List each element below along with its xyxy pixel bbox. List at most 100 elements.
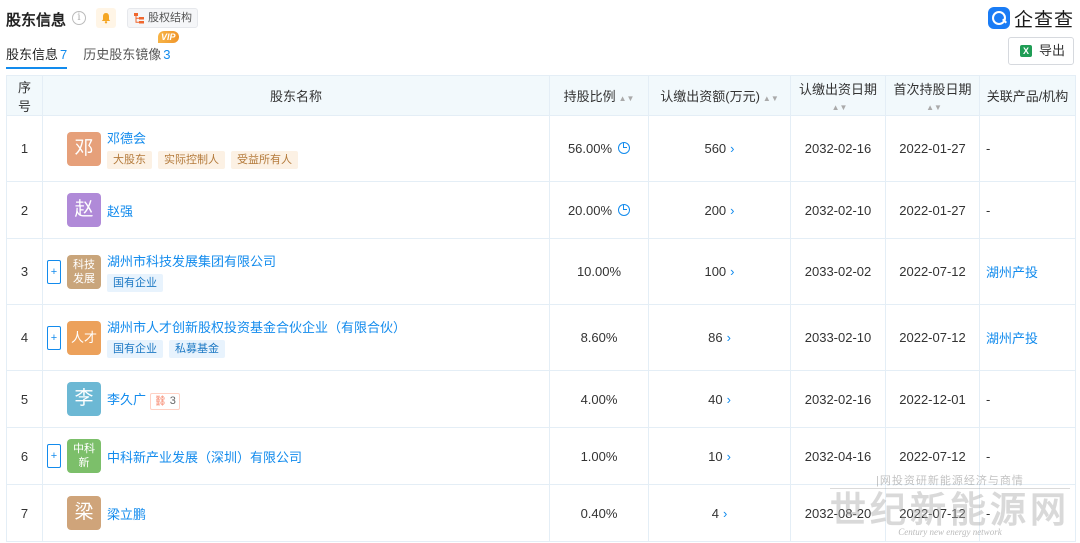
col-header-name: 股东名称 xyxy=(42,75,550,116)
monitor-button[interactable] xyxy=(96,8,116,28)
avatar: 梁 xyxy=(67,496,101,530)
row-index: 2 xyxy=(6,181,43,239)
avatar: 邓 xyxy=(67,131,101,166)
amount-cell[interactable]: 200 › xyxy=(648,181,791,239)
row-index: 5 xyxy=(6,370,43,428)
export-button[interactable]: X 导出 xyxy=(1008,37,1074,65)
equity-penetration-icon[interactable] xyxy=(618,203,631,216)
first-date-cell: 2022-07-12 xyxy=(885,238,980,305)
amount-cell[interactable]: 100 › xyxy=(648,238,791,305)
first-date-cell: 2022-01-27 xyxy=(885,181,980,239)
pct-cell: 10.00% xyxy=(549,238,649,305)
holder-name-link[interactable]: 中科新产业发展（深圳）有限公司 xyxy=(107,450,302,465)
related-cell: - xyxy=(979,370,1076,428)
sort-icon: ▲▼ xyxy=(831,102,848,112)
col-header-related: 关联产品/机构 xyxy=(979,75,1076,116)
row-index: 3 xyxy=(6,238,43,305)
equity-structure-label: 股权结构 xyxy=(148,12,192,24)
amount-cell[interactable]: 10 › xyxy=(648,427,791,485)
table-row[interactable]: 1 邓 邓德会 大股东 实际控制人 受益所有人 56.00% 560 › 2032-0… xyxy=(6,115,1076,182)
subscribe-date-cell: 2033-02-02 xyxy=(790,238,886,305)
holder-name-link[interactable]: 李久广 xyxy=(107,392,146,407)
table-row[interactable]: 4 + 人才 湖州市人才创新股权投资基金合伙企业（有限合伙） 国有企业 私募基金 8… xyxy=(6,304,1076,371)
table-row[interactable]: 7 梁 梁立鹏 0.40% 4 › 2032-08-20 2022-07-12 - xyxy=(6,484,1076,542)
qichacha-logo: 企查查 xyxy=(987,6,1074,31)
holder-cell: 赵 赵强 xyxy=(42,181,550,239)
holder-name-link[interactable]: 湖州市人才创新股权投资基金合伙企业（有限合伙） xyxy=(107,320,406,335)
equity-structure-button[interactable]: 股权结构 xyxy=(127,8,198,28)
related-cell: - xyxy=(979,427,1076,485)
tab-count: 7 xyxy=(60,47,68,62)
avatar: 李 xyxy=(67,382,101,416)
holder-name-link[interactable]: 邓德会 xyxy=(107,131,146,146)
chevron-right-icon: › xyxy=(730,202,735,218)
pct-cell: 1.00% xyxy=(549,427,649,485)
amount-cell[interactable]: 560 › xyxy=(648,115,791,182)
holder-name-link[interactable]: 梁立鹏 xyxy=(107,507,146,522)
info-icon[interactable]: i xyxy=(72,11,86,25)
equity-structure-icon xyxy=(134,13,144,24)
avatar: 赵 xyxy=(67,193,101,227)
row-index: 4 xyxy=(6,304,43,371)
amount-cell[interactable]: 4 › xyxy=(648,484,791,542)
subscribe-date-cell: 2032-02-16 xyxy=(790,115,886,182)
relation-badge[interactable]: ⛓ 3 xyxy=(150,392,180,410)
holder-cell: 邓 邓德会 大股东 实际控制人 受益所有人 xyxy=(42,115,550,182)
expand-button[interactable]: + xyxy=(47,259,61,284)
export-label: 导出 xyxy=(1039,43,1066,58)
company-logo: 科技 发展 xyxy=(67,254,101,289)
subscribe-date-cell: 2032-08-20 xyxy=(790,484,886,542)
first-date-cell: 2022-07-12 xyxy=(885,427,980,485)
col-header-first-date[interactable]: 首次持股日期▲▼ xyxy=(885,75,980,116)
tag: 实际控制人 xyxy=(158,151,225,169)
pct-cell: 4.00% xyxy=(549,370,649,428)
tag: 国有企业 xyxy=(107,340,163,358)
holder-cell: 李 李久广 ⛓ 3 xyxy=(42,370,550,428)
row-index: 7 xyxy=(6,484,43,542)
related-cell[interactable]: 湖州产投 xyxy=(979,238,1076,305)
tab-label: 历史股东镜像 xyxy=(83,47,162,62)
holder-cell: + 人才 湖州市人才创新股权投资基金合伙企业（有限合伙） 国有企业 私募基金 xyxy=(42,304,550,371)
logo-text: 企查查 xyxy=(1013,9,1074,31)
col-header-date[interactable]: 认缴出资日期▲▼ xyxy=(790,75,886,116)
tab-bar: 股东信息 7 历史股东镜像 3 VIP xyxy=(6,31,187,69)
expand-button[interactable]: + xyxy=(47,444,61,468)
col-header-amount[interactable]: 认缴出资额(万元) ▲▼ xyxy=(648,75,791,116)
avatar: 人才 xyxy=(67,320,101,355)
tag: 私募基金 xyxy=(169,340,225,358)
vip-badge: VIP xyxy=(157,31,179,43)
amount-cell[interactable]: 40 › xyxy=(648,370,791,428)
tab-shareholders[interactable]: 股东信息 7 xyxy=(6,44,68,69)
table-row[interactable]: 3 + 科技 发展 湖州市科技发展集团有限公司 国有企业 10.00% 100 › 2… xyxy=(6,238,1076,305)
logo-icon xyxy=(987,7,1010,29)
equity-penetration-icon[interactable] xyxy=(618,142,631,154)
expand-button[interactable]: + xyxy=(47,325,61,350)
row-index: 6 xyxy=(6,427,43,485)
sort-icon: ▲▼ xyxy=(762,94,779,103)
amount-cell[interactable]: 86 › xyxy=(648,304,791,371)
table-row[interactable]: 2 赵 赵强 20.00% 200 › 2032-02-10 2022-01-27… xyxy=(6,181,1076,239)
relation-icon: ⛓ xyxy=(154,395,167,407)
chevron-right-icon: › xyxy=(730,264,735,279)
tag: 国有企业 xyxy=(107,274,163,292)
table-row[interactable]: 6 + 中科新 中科新产业发展（深圳）有限公司 1.00% 10 › 2032-04… xyxy=(6,427,1076,485)
related-cell[interactable]: 湖州产投 xyxy=(979,304,1076,371)
chevron-right-icon: › xyxy=(722,505,728,521)
company-logo: 中科新 xyxy=(67,439,101,473)
related-cell: - xyxy=(979,484,1076,542)
col-header-pct[interactable]: 持股比例 ▲▼ xyxy=(549,75,649,116)
tag: 大股东 xyxy=(107,151,152,169)
table-row[interactable]: 5 李 李久广 ⛓ 3 4.00% 40 › 2032-02-16 2022-12-… xyxy=(6,370,1076,428)
pct-cell: 56.00% xyxy=(549,115,649,182)
tag-list: 国有企业 私募基金 xyxy=(107,340,406,358)
shareholder-table: 序号 股东名称 持股比例 ▲▼ 认缴出资额(万元) ▲▼ 认缴出资日期▲▼ 首次持股… xyxy=(6,75,1076,542)
tab-history-shareholders[interactable]: 历史股东镜像 3 VIP xyxy=(83,31,179,68)
chevron-right-icon: › xyxy=(726,391,731,407)
row-index: 1 xyxy=(6,115,43,182)
tag-list: 大股东 实际控制人 受益所有人 xyxy=(107,151,304,169)
holder-name-link[interactable]: 湖州市科技发展集团有限公司 xyxy=(107,254,276,269)
col-header-idx: 序号 xyxy=(6,75,43,116)
holder-name-link[interactable]: 赵强 xyxy=(107,204,133,219)
subscribe-date-cell: 2033-02-10 xyxy=(790,304,886,371)
first-date-cell: 2022-12-01 xyxy=(885,370,980,428)
